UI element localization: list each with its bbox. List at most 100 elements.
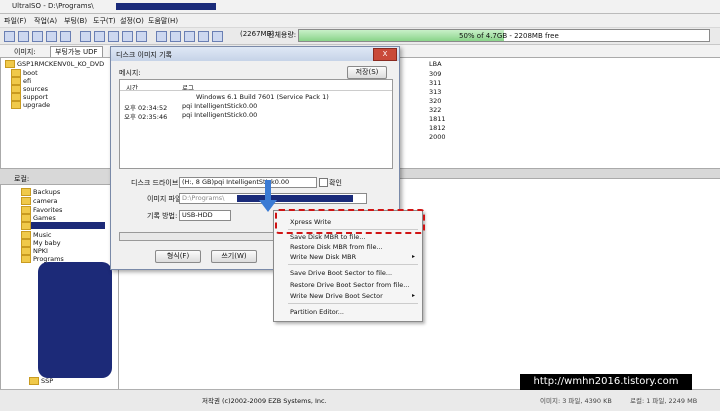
- tree-item[interactable]: My baby: [21, 239, 61, 247]
- title-bar: UltraISO - D:\Programs\: [0, 0, 720, 14]
- local-status: 로컬: 1 파일, 2249 MB: [630, 397, 698, 405]
- write-method-select[interactable]: USB-HDD: [179, 210, 231, 221]
- verify-label: 확인: [329, 179, 342, 187]
- disc-icon: [5, 60, 15, 68]
- menu-action[interactable]: 작업(A): [34, 16, 57, 26]
- lba-cell: 322: [429, 106, 442, 114]
- folder-icon: [21, 239, 31, 247]
- capacity-bar: 50% of 4.7GB - 2208MB free: [298, 29, 710, 42]
- title-redaction: [116, 3, 216, 10]
- image-label: 이미지:: [14, 48, 36, 56]
- menu-save-boot-sector[interactable]: Save Drive Boot Sector to file...: [290, 269, 392, 277]
- capacity-text: 50% of 4.7GB - 2208MB free: [459, 32, 559, 40]
- tree-item[interactable]: NPKI: [21, 247, 48, 255]
- help-icon[interactable]: [198, 31, 209, 42]
- tree-item[interactable]: sources: [11, 85, 48, 93]
- menu-options[interactable]: 설정(O): [120, 16, 144, 26]
- menu-separator: [288, 303, 418, 304]
- lba-cell: 1812: [429, 124, 446, 132]
- exit-icon[interactable]: [212, 31, 223, 42]
- menu-tools[interactable]: 도구(T): [93, 16, 116, 26]
- write-button[interactable]: 쓰기(W): [211, 250, 257, 263]
- dialog-title: 디스크 이미지 기록: [116, 51, 172, 59]
- highlight-box: [275, 209, 425, 234]
- dialog-title-bar: 디스크 이미지 기록 X: [111, 47, 399, 61]
- tree-item[interactable]: upgrade: [11, 101, 50, 109]
- format-button[interactable]: 형식(F): [155, 250, 201, 263]
- menu-write-new-disk-mbr[interactable]: Write New Disk MBR: [290, 253, 356, 261]
- menu-file[interactable]: 파일(F): [4, 16, 26, 26]
- image-status: 이미지: 3 파일, 4390 KB: [540, 397, 612, 405]
- tree-root[interactable]: GSP1RMCKENV0L_KO_DVD: [5, 60, 104, 68]
- open-icon[interactable]: [18, 31, 29, 42]
- close-button[interactable]: X: [373, 48, 397, 61]
- window-title: UltraISO - D:\Programs\: [12, 2, 94, 10]
- menu-restore-boot-sector[interactable]: Restore Drive Boot Sector from file...: [290, 281, 409, 289]
- properties-icon[interactable]: [136, 31, 147, 42]
- lba-cell: 313: [429, 88, 442, 96]
- copyright-text: 저작권 (c)2002-2009 EZB Systems, Inc.: [202, 397, 327, 405]
- add-icon[interactable]: [94, 31, 105, 42]
- folder-icon: [21, 206, 31, 214]
- tree-item[interactable]: efi: [11, 77, 31, 85]
- tree-item[interactable]: Favorites: [21, 206, 62, 214]
- menu-partition-editor[interactable]: Partition Editor...: [290, 308, 344, 316]
- tree-item[interactable]: SSP: [29, 377, 53, 385]
- lba-header: LBA: [429, 60, 442, 68]
- tree-item[interactable]: Games: [21, 214, 56, 222]
- pointer-arrow-icon: [265, 180, 271, 202]
- save-as-icon[interactable]: [60, 31, 71, 42]
- iso-tree-panel: GSP1RMCKENV0L_KO_DVD boot efi sources su…: [0, 57, 120, 169]
- total-size-value: (2267MB): [240, 30, 275, 38]
- menu-restore-disk-mbr[interactable]: Restore Disk MBR from file...: [290, 243, 383, 251]
- submenu-arrow-icon: ▸: [412, 253, 416, 260]
- submenu-arrow-icon: ▸: [412, 292, 416, 299]
- redaction-block: [38, 262, 112, 378]
- folder-icon: [21, 214, 31, 222]
- watermark-url: http://wmhn2016.tistory.com: [520, 374, 692, 390]
- drive-label: 디스크 드라이브:: [131, 179, 181, 187]
- message-log: 시간 로그 Windows 6.1 Build 7601 (Service Pa…: [119, 79, 393, 169]
- header-divider: [120, 90, 392, 91]
- lba-cell: 1811: [429, 115, 446, 123]
- delete-icon[interactable]: [108, 31, 119, 42]
- tree-item[interactable]: support: [11, 93, 48, 101]
- mount-icon[interactable]: [156, 31, 167, 42]
- tree-item[interactable]: Music: [21, 231, 52, 239]
- folder-icon: [21, 231, 31, 239]
- menu-boot[interactable]: 부팅(B): [64, 16, 87, 26]
- menu-help[interactable]: 도움말(H): [148, 16, 178, 26]
- new-icon[interactable]: [4, 31, 15, 42]
- iso-file-list: LBA 309 311 313 320 322 1811 1812 2000: [398, 57, 720, 169]
- folder-icon: [29, 377, 39, 385]
- burn-icon[interactable]: [170, 31, 181, 42]
- local-label: 로컬:: [14, 175, 30, 183]
- save-button[interactable]: 저장(S): [347, 66, 387, 79]
- save-icon[interactable]: [46, 31, 57, 42]
- tree-item-redacted[interactable]: [21, 222, 105, 230]
- log-text: pqi IntelligentStick0.00: [182, 111, 258, 119]
- menu-save-disk-mbr[interactable]: Save Disk MBR to file...: [290, 233, 365, 241]
- folder-icon: [11, 77, 21, 85]
- verify-checkbox[interactable]: [319, 178, 328, 187]
- cd-icon[interactable]: [32, 31, 43, 42]
- folder-icon: [21, 188, 31, 196]
- folder-icon: [21, 255, 31, 263]
- status-bar: 저작권 (c)2002-2009 EZB Systems, Inc. 이미지: …: [0, 389, 720, 411]
- extract-icon[interactable]: [80, 31, 91, 42]
- tree-item[interactable]: boot: [11, 69, 38, 77]
- menu-bar: 파일(F) 작업(A) 부팅(B) 도구(T) 설정(O) 도움말(H): [0, 14, 720, 27]
- message-label: 메시지:: [119, 69, 141, 77]
- drive-select[interactable]: (H:, 8 GB)pqi IntelligentStick0.00: [179, 177, 317, 188]
- tree-item[interactable]: Backups: [21, 188, 60, 196]
- folder-icon: [21, 247, 31, 255]
- compress-icon[interactable]: [184, 31, 195, 42]
- folder-icon: [21, 197, 31, 205]
- folder-icon[interactable]: [122, 31, 133, 42]
- write-method-label: 기록 방법:: [147, 212, 178, 220]
- path-redaction: [237, 195, 353, 202]
- menu-write-new-boot-sector[interactable]: Write New Drive Boot Sector: [290, 292, 383, 300]
- log-header: Windows 6.1 Build 7601 (Service Pack 1): [196, 93, 329, 101]
- tree-item[interactable]: camera: [21, 197, 58, 205]
- lba-cell: 320: [429, 97, 442, 105]
